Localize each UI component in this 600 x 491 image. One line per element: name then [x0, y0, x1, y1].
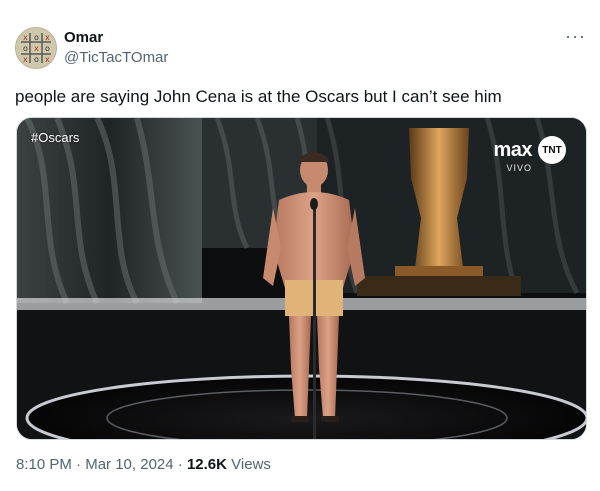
- svg-text:x: x: [45, 55, 50, 64]
- svg-text:o: o: [23, 44, 28, 53]
- svg-text:x: x: [45, 33, 50, 42]
- views-count[interactable]: 12.6K: [187, 456, 227, 473]
- avatar[interactable]: x o x o x o x o x: [15, 27, 57, 69]
- svg-text:x: x: [34, 44, 39, 53]
- svg-text:o: o: [45, 44, 50, 53]
- views-label: Views: [231, 456, 271, 473]
- svg-text:x: x: [23, 55, 28, 64]
- tnt-logo: TNT: [538, 136, 566, 164]
- author-handle[interactable]: @TicTacTOmar: [64, 49, 168, 66]
- svg-text:o: o: [34, 33, 39, 42]
- tweet-media-image[interactable]: #Oscars max TNT VIVO: [16, 117, 587, 440]
- tweet-text: people are saying John Cena is at the Os…: [15, 87, 502, 106]
- svg-text:x: x: [23, 33, 28, 42]
- tweet-metadata: 8:10 PM · Mar 10, 2024 · 12.6K Views: [16, 456, 271, 473]
- hashtag-overlay: #Oscars: [31, 130, 80, 145]
- broadcaster-logos: max TNT: [493, 136, 566, 164]
- max-logo: max: [493, 138, 532, 161]
- oscars-stage-photo: [17, 118, 586, 439]
- svg-text:o: o: [34, 55, 39, 64]
- meta-separator: ·: [173, 456, 187, 473]
- live-label: VIVO: [506, 163, 532, 173]
- author-name[interactable]: Omar: [64, 29, 103, 46]
- tweet-time[interactable]: 8:10 PM: [16, 456, 72, 473]
- more-options-button[interactable]: ···: [565, 26, 586, 47]
- tweet-date[interactable]: Mar 10, 2024: [85, 456, 173, 473]
- meta-separator: ·: [71, 456, 86, 473]
